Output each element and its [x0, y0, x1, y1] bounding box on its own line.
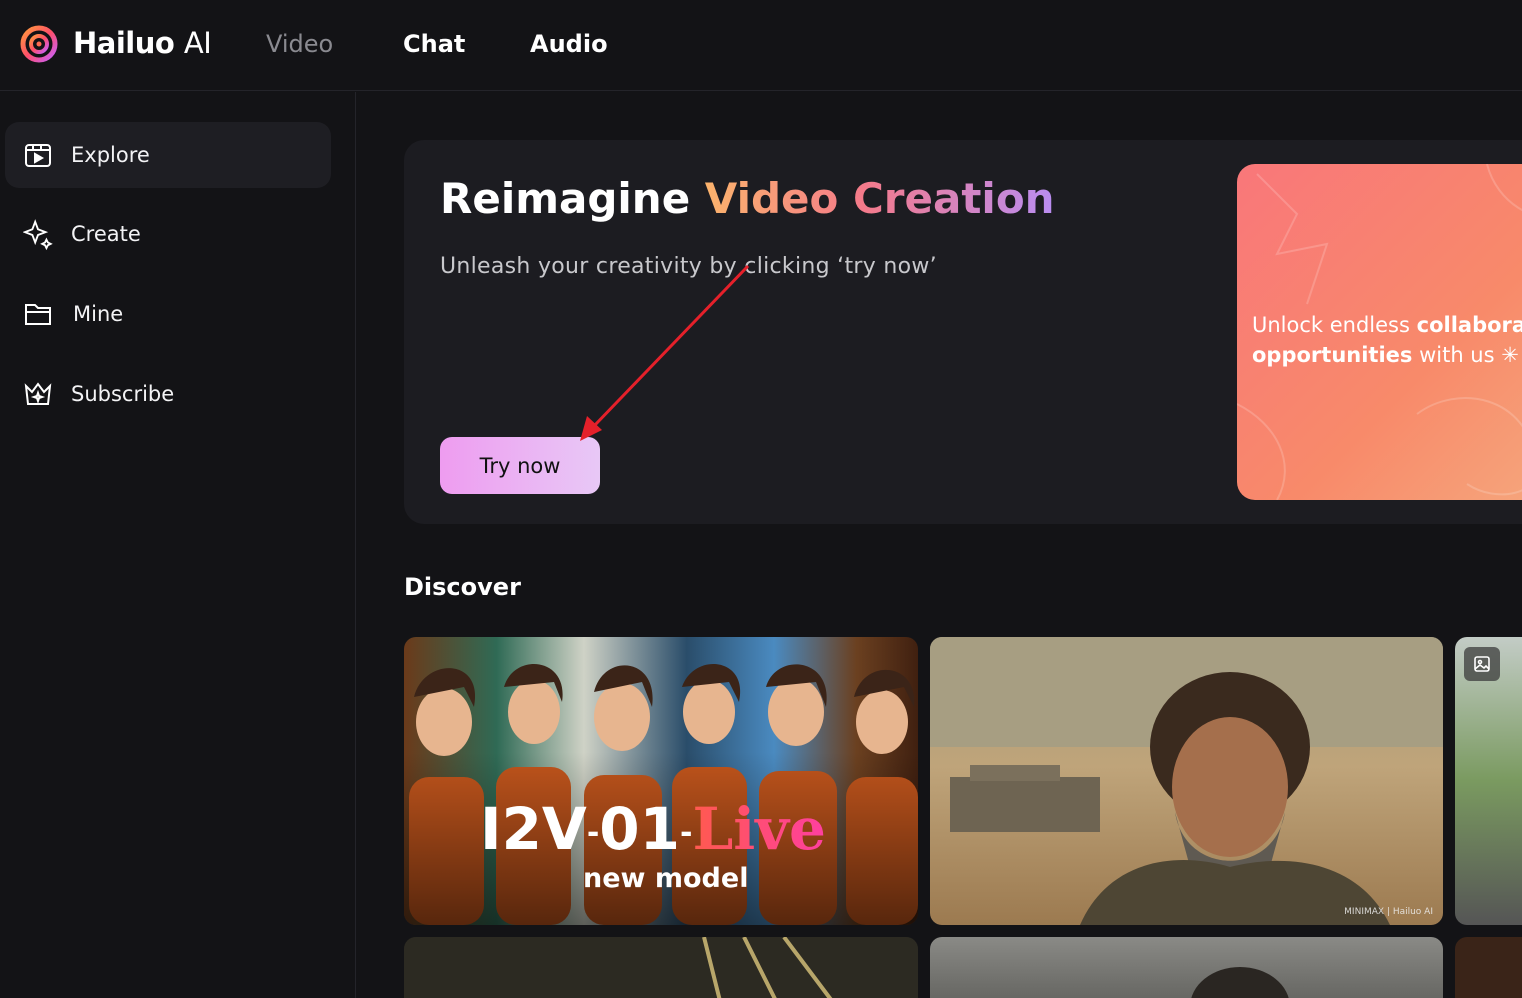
top-bar: Hailuo AI Video Chat Audio [0, 0, 1522, 91]
sidebar-item-explore[interactable]: Explore [5, 122, 331, 188]
hero-title-plain: Reimagine [440, 174, 705, 223]
discover-title: Discover [404, 573, 521, 601]
sidebar-item-subscribe[interactable]: Subscribe [5, 361, 331, 427]
sidebar-item-create[interactable]: Create [5, 201, 331, 267]
sidebar-item-label: Explore [71, 143, 150, 167]
folder-icon [23, 299, 53, 329]
promo-banner[interactable]: Unlock endless collaborat opportunities … [1237, 164, 1522, 500]
model-subtitle: new model [583, 863, 749, 894]
nav-video[interactable]: Video [266, 30, 333, 58]
video-card-smoke[interactable] [930, 937, 1443, 998]
video-card-i2v-live[interactable]: I2V-01-Live new model [404, 637, 918, 925]
sidebar-item-label: Create [71, 222, 141, 246]
video-card-field[interactable] [1455, 637, 1522, 925]
model-name-a: I2V [480, 795, 587, 863]
video-card-tunnel[interactable] [404, 937, 918, 998]
banner-line2-b: with us [1412, 343, 1495, 367]
model-dash-2: - [680, 815, 693, 851]
banner-text: Unlock endless collaborat opportunities … [1252, 310, 1522, 370]
sidebar-item-label: Subscribe [71, 382, 175, 406]
hero-card: Reimagine Video Creation Unleash your cr… [404, 140, 1522, 524]
model-name-live: Live [692, 795, 826, 863]
brand-suffix: AI [183, 26, 212, 60]
try-now-button[interactable]: Try now [440, 437, 600, 494]
model-dash-1: - [586, 815, 600, 851]
banner-line2-a: opportunities [1252, 343, 1413, 367]
video-card-desert-man[interactable]: MINIMAX | Hailuo AI [930, 637, 1443, 925]
nav-chat[interactable]: Chat [403, 30, 465, 58]
brand-word: Hailuo [73, 26, 175, 60]
brand-name[interactable]: Hailuo AI [73, 26, 212, 60]
nav-audio[interactable]: Audio [530, 30, 608, 58]
banner-line1-a: Unlock endless [1252, 313, 1417, 337]
tunnel-illustration [404, 937, 918, 998]
hero-title-highlight: Video Creation [704, 174, 1055, 223]
sparkle-icon [23, 219, 53, 250]
model-name-b: 01 [599, 795, 680, 863]
smoke-illustration [1191, 967, 1289, 998]
hero-title: Reimagine Video Creation [440, 174, 1055, 223]
hero-subtitle: Unleash your creativity by clicking ‘try… [440, 254, 937, 279]
crown-icon [23, 379, 53, 409]
sidebar-item-mine[interactable]: Mine [5, 281, 331, 347]
watermark: MINIMAX | Hailuo AI [1344, 907, 1433, 917]
desert-man-illustration [930, 637, 1443, 925]
banner-line1-b: collaborat [1416, 313, 1522, 337]
hailuo-logo-icon[interactable] [20, 24, 58, 64]
sidebar: Explore Create Mine Subscribe [0, 92, 356, 998]
model-name: I2V-01-Live [480, 795, 826, 863]
image-icon[interactable] [1464, 647, 1500, 681]
video-card-portrait[interactable] [1455, 937, 1522, 998]
video-frame-icon [23, 140, 53, 170]
sidebar-item-label: Mine [73, 302, 124, 326]
